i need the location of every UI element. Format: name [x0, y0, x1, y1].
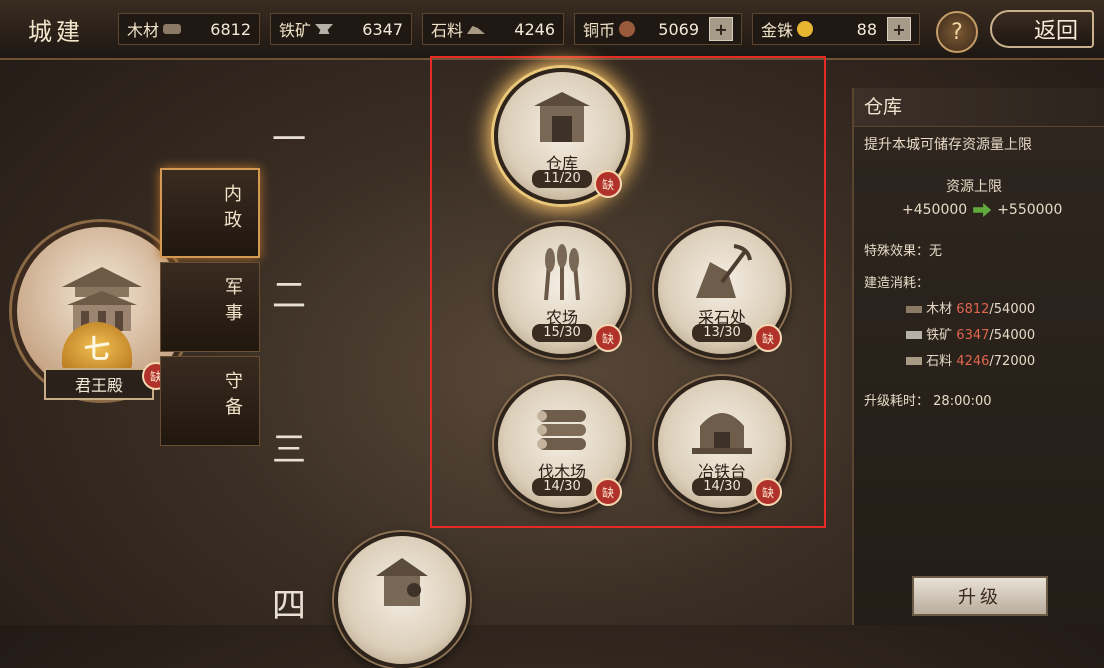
capacity-current: +450000 — [902, 202, 968, 218]
upgrade-button[interactable]: 升级 — [912, 576, 1048, 616]
resource-name: 木材 — [127, 21, 160, 40]
capacity-next: +550000 — [997, 202, 1063, 218]
logs-icon — [537, 410, 586, 450]
panel-title: 仓库 — [854, 88, 1104, 127]
resource-name: 金铢 — [761, 21, 794, 40]
cost-label: 建造消耗： — [864, 276, 930, 291]
arrow-right-icon — [973, 203, 992, 217]
tab-label: 军事 — [225, 277, 243, 324]
hall-name-label: 君王殿 — [44, 368, 154, 400]
page-title: 城建 — [28, 18, 84, 46]
tab-defense[interactable]: 守备 — [160, 356, 260, 446]
pickaxe-icon — [696, 244, 752, 298]
special-effect-label: 特殊效果：无 — [864, 244, 943, 259]
building-count: 14/30 — [692, 478, 752, 496]
wood-icon — [906, 306, 922, 313]
building-count: 15/30 — [532, 324, 592, 342]
building-count: 14/30 — [532, 478, 592, 496]
cost-row-wood: 木材 6812/54000 — [906, 298, 1035, 317]
wood-icon — [163, 24, 182, 34]
upgrade-time-row: 升级耗时： 28:00:00 — [864, 390, 992, 409]
row-number: 四 — [272, 586, 306, 626]
panel-description: 提升本城可储存资源量上限 — [864, 137, 1032, 153]
cost-need: /54000 — [989, 302, 1036, 317]
resource-value: 4246 — [514, 19, 555, 39]
resource-stone: 石料 4246 — [422, 13, 564, 45]
lodge-icon — [376, 558, 428, 606]
cost-row-iron: 铁矿 6347/54000 — [906, 324, 1035, 343]
lack-badge: 缺 — [594, 170, 622, 198]
resource-name: 铜币 — [583, 21, 616, 40]
resource-value: 5069 — [658, 19, 699, 39]
resource-copper: 铜币 5069 + — [574, 13, 742, 45]
building-count: 11/20 — [532, 170, 592, 188]
cost-name: 石料 — [926, 354, 953, 369]
tab-military[interactable]: 军事 — [160, 262, 260, 352]
capacity-row: +450000 +550000 — [902, 202, 1062, 218]
stone-icon — [906, 357, 922, 365]
cost-name: 铁矿 — [926, 328, 953, 343]
cost-need: /72000 — [989, 354, 1036, 369]
iron-icon — [315, 24, 334, 34]
resource-gold: 金铢 88 + — [752, 13, 920, 45]
resource-value: 6347 — [362, 19, 403, 39]
resource-name: 铁矿 — [279, 21, 312, 40]
row-number: 二 — [272, 276, 306, 316]
cost-have: 4246 — [956, 354, 990, 369]
iron-icon — [906, 331, 922, 339]
row-number: 一 — [272, 120, 306, 160]
resource-value: 88 — [856, 19, 877, 39]
lack-badge: 缺 — [594, 324, 622, 352]
add-copper-button[interactable]: + — [709, 17, 733, 41]
resource-name: 石料 — [431, 21, 464, 40]
furnace-icon — [692, 413, 752, 454]
upgrade-time-label: 升级耗时： — [864, 394, 930, 409]
help-button[interactable]: ? — [936, 11, 978, 53]
row-number: 三 — [272, 430, 306, 470]
cost-row-stone: 石料 4246/72000 — [906, 350, 1035, 369]
cost-have: 6347 — [956, 328, 990, 343]
gold-coin-icon — [797, 21, 814, 37]
tab-label: 内政 — [224, 184, 242, 231]
resource-value: 6812 — [210, 19, 251, 39]
top-resource-bar: 城建 木材 6812 铁矿 6347 石料 4246 铜币 5069 + 金铢 … — [0, 0, 1104, 60]
tab-label: 守备 — [225, 371, 243, 418]
building-partial[interactable] — [334, 532, 470, 668]
lack-badge: 缺 — [594, 478, 622, 506]
upgrade-time-value: 28:00:00 — [933, 394, 992, 409]
building-count: 13/30 — [692, 324, 752, 342]
copper-coin-icon — [619, 21, 636, 37]
lack-badge: 缺 — [754, 478, 782, 506]
warehouse-icon — [534, 92, 590, 142]
lack-badge: 缺 — [754, 324, 782, 352]
add-gold-button[interactable]: + — [887, 17, 911, 41]
wheat-icon — [544, 244, 580, 301]
stone-icon — [467, 26, 486, 34]
back-button[interactable]: 返回 — [990, 10, 1094, 48]
capacity-label: 资源上限 — [946, 179, 1002, 195]
resource-wood: 木材 6812 — [118, 13, 260, 45]
resource-iron: 铁矿 6347 — [270, 13, 412, 45]
cost-need: /54000 — [989, 328, 1036, 343]
cost-name: 木材 — [926, 302, 953, 317]
cost-have: 6812 — [956, 302, 990, 317]
tab-internal-affairs[interactable]: 内政 — [160, 168, 260, 258]
